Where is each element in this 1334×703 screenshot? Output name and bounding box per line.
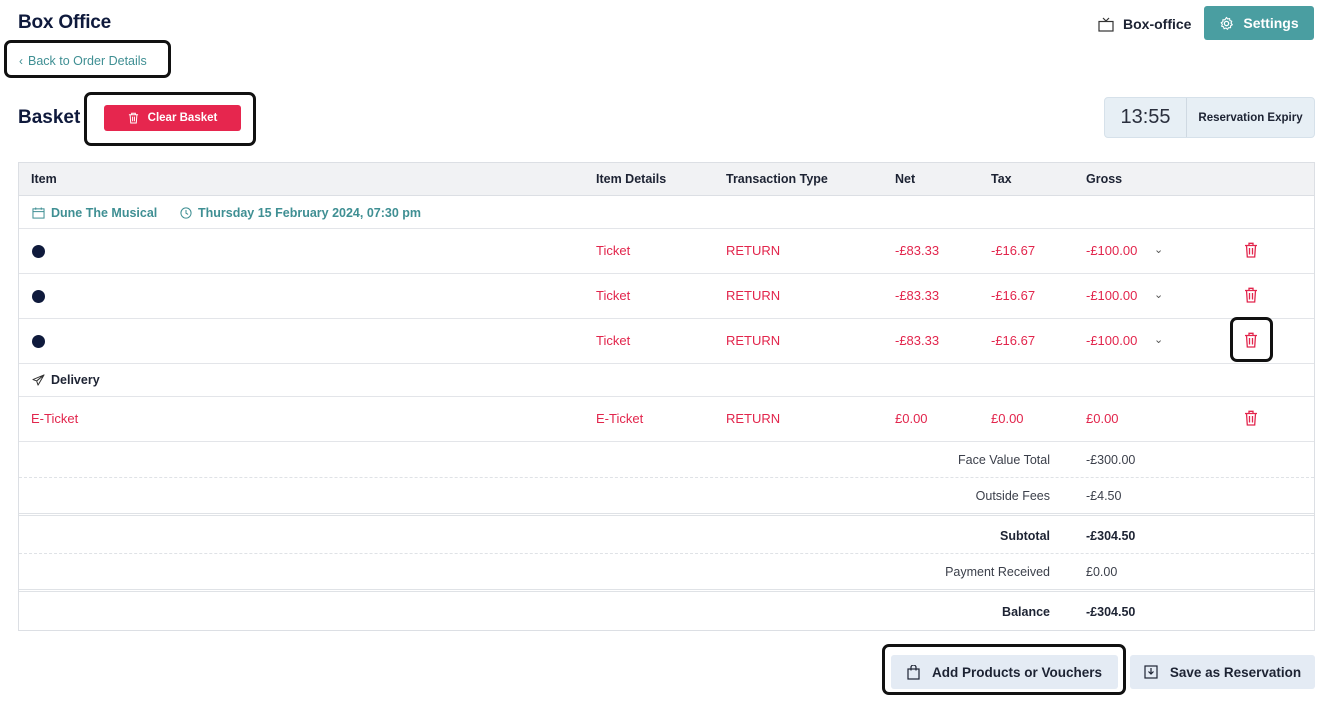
chevron-down-icon[interactable]: ⌄	[1154, 288, 1163, 301]
event-date-label: Thursday 15 February 2024, 07:30 pm	[198, 206, 422, 220]
delivery-label: Delivery	[51, 373, 100, 387]
trash-icon[interactable]	[1244, 287, 1258, 308]
event-name[interactable]: Dune The Musical	[32, 206, 157, 220]
tax-value: £0.00	[991, 411, 1024, 426]
chevron-down-icon[interactable]: ⌄	[1154, 333, 1163, 346]
chevron-down-icon[interactable]: ⌄	[1154, 243, 1163, 256]
tax-value: -£16.67	[991, 243, 1036, 258]
summary-value: -£4.50	[1086, 489, 1122, 503]
delivery-row: Delivery	[19, 364, 1314, 397]
transaction-type: RETURN	[726, 243, 781, 258]
table-row: Ticket RETURN -£83.33 -£16.67 -£100.00 ⌄	[19, 319, 1314, 364]
summary-value: £0.00	[1086, 565, 1118, 579]
net-value: -£83.33	[895, 333, 940, 348]
reservation-timer: 13:55 Reservation Expiry	[1104, 97, 1315, 138]
back-link-label: Back to Order Details	[28, 54, 147, 68]
event-name-label: Dune The Musical	[51, 206, 158, 220]
transaction-type: RETURN	[726, 288, 781, 303]
trash-icon	[128, 112, 138, 124]
column-item-details: Item Details	[596, 172, 667, 186]
clear-basket-label: Clear Basket	[147, 112, 218, 124]
item-details: Ticket	[596, 243, 631, 258]
delivery-heading: Delivery	[32, 373, 100, 387]
save-icon	[1144, 665, 1158, 679]
summary-label: Subtotal	[1000, 529, 1050, 543]
timer-label: Reservation Expiry	[1198, 111, 1303, 124]
shopping-bag-icon	[907, 664, 920, 680]
summary-value: -£304.50	[1086, 529, 1136, 543]
item-name: E-Ticket	[31, 411, 79, 426]
tax-value: -£16.67	[991, 333, 1036, 348]
table-row: Ticket RETURN -£83.33 -£16.67 -£100.00 ⌄	[19, 229, 1314, 274]
page-title: Box Office	[18, 12, 112, 33]
column-tax: Tax	[991, 172, 1012, 186]
back-to-order-details-link[interactable]: ‹ Back to Order Details	[19, 54, 147, 68]
add-products-label: Add Products or Vouchers	[931, 664, 1103, 680]
summary-label: Outside Fees	[975, 489, 1050, 503]
summary-label: Face Value Total	[958, 453, 1050, 467]
net-value: -£83.33	[895, 243, 940, 258]
summary-value: -£304.50	[1086, 605, 1136, 619]
add-products-button[interactable]: Add Products or Vouchers	[891, 655, 1118, 689]
item-details: Ticket	[596, 333, 631, 348]
gross-value: -£100.00	[1086, 288, 1138, 303]
item-details: E-Ticket	[596, 411, 644, 426]
settings-label: Settings	[1243, 15, 1299, 31]
timer-value: 13:55	[1105, 98, 1187, 137]
column-gross: Gross	[1086, 172, 1123, 186]
gross-value: £0.00	[1086, 411, 1119, 426]
save-reservation-label: Save as Reservation	[1169, 664, 1302, 680]
tv-icon	[1098, 17, 1114, 32]
basket-title: Basket	[18, 107, 81, 128]
seat-dot-icon	[32, 245, 45, 258]
summary-label: Balance	[1002, 605, 1050, 619]
summary-value: -£300.00	[1086, 453, 1136, 467]
gear-icon	[1220, 16, 1234, 30]
send-icon	[32, 374, 45, 386]
summary-outside-fees: Outside Fees -£4.50	[19, 478, 1314, 516]
summary-subtotal: Subtotal -£304.50	[19, 516, 1314, 554]
tax-value: -£16.67	[991, 288, 1036, 303]
trash-highlight	[1230, 317, 1273, 362]
column-transaction-type: Transaction Type	[726, 172, 828, 186]
net-value: -£83.33	[895, 288, 940, 303]
summary-payment-received: Payment Received £0.00	[19, 554, 1314, 592]
table-row: E-Ticket E-Ticket RETURN £0.00 £0.00 £0.…	[19, 397, 1314, 442]
summary-label: Payment Received	[945, 565, 1050, 579]
box-office-label: Box-office	[1123, 16, 1192, 32]
transaction-type: RETURN	[726, 333, 781, 348]
chevron-left-icon: ‹	[19, 54, 23, 68]
table-row: Ticket RETURN -£83.33 -£16.67 -£100.00 ⌄	[19, 274, 1314, 319]
basket-table: Item Item Details Transaction Type Net T…	[18, 162, 1315, 631]
trash-icon[interactable]	[1244, 410, 1258, 431]
seat-dot-icon	[32, 335, 45, 348]
settings-button[interactable]: Settings	[1204, 6, 1314, 40]
summary-face-value: Face Value Total -£300.00	[19, 442, 1314, 478]
clock-icon	[180, 207, 192, 219]
save-reservation-button[interactable]: Save as Reservation	[1130, 655, 1315, 689]
transaction-type: RETURN	[726, 411, 781, 426]
summary-balance: Balance -£304.50	[19, 592, 1314, 630]
calendar-icon	[32, 207, 45, 219]
box-office-link[interactable]: Box-office	[1098, 13, 1191, 35]
gross-value: -£100.00	[1086, 333, 1138, 348]
table-header: Item Item Details Transaction Type Net T…	[19, 163, 1314, 196]
net-value: £0.00	[895, 411, 928, 426]
gross-value: -£100.00	[1086, 243, 1138, 258]
event-row: Dune The Musical Thursday 15 February 20…	[19, 196, 1314, 229]
column-item: Item	[31, 172, 57, 186]
seat-dot-icon	[32, 290, 45, 303]
event-date: Thursday 15 February 2024, 07:30 pm	[180, 206, 421, 220]
column-net: Net	[895, 172, 916, 186]
clear-basket-button[interactable]: Clear Basket	[104, 105, 241, 131]
item-details: Ticket	[596, 288, 631, 303]
trash-icon[interactable]	[1244, 242, 1258, 263]
